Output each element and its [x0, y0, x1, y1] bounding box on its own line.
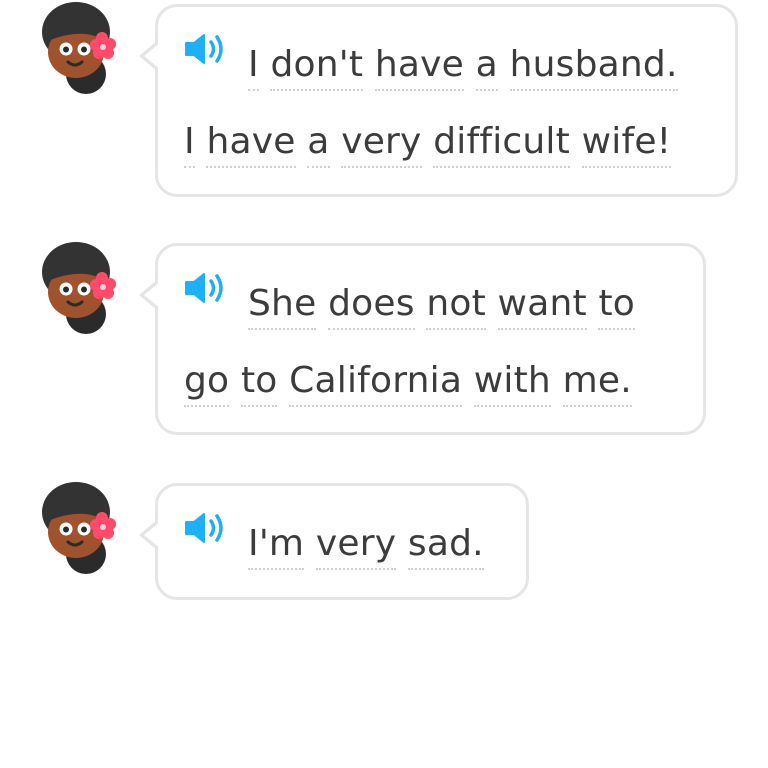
character-avatar	[42, 2, 116, 94]
word[interactable]: have	[374, 47, 464, 91]
message-line: She does not want to	[248, 283, 635, 330]
message-line: I'm very sad.	[248, 523, 484, 570]
word[interactable]: a	[475, 47, 498, 91]
word[interactable]: I	[184, 124, 195, 168]
word[interactable]: husband.	[509, 47, 678, 91]
word[interactable]: want	[497, 286, 587, 330]
conversation-screen: I don't have a husband. I have a very di…	[0, 0, 768, 768]
word[interactable]: very	[341, 124, 422, 168]
word[interactable]: have	[206, 124, 296, 168]
word[interactable]: go	[184, 363, 230, 407]
speech-bubble: She does not want to go to California wi…	[139, 243, 706, 435]
word[interactable]: wife!	[581, 124, 672, 168]
word[interactable]: not	[426, 286, 486, 330]
speech-bubble: I'm very sad.	[139, 483, 529, 600]
word[interactable]: very	[315, 526, 397, 570]
message-line: I have a very difficult wife!	[184, 121, 672, 168]
character-avatar	[42, 242, 116, 334]
message-line: I don't have a husband.	[248, 44, 678, 91]
word[interactable]: difficult	[433, 124, 570, 168]
speaker-icon[interactable]	[182, 29, 228, 69]
speaker-icon[interactable]	[182, 508, 228, 548]
speaker-icon[interactable]	[182, 268, 228, 308]
word[interactable]: don't	[270, 47, 364, 91]
word[interactable]: with	[473, 363, 551, 407]
character-avatar	[42, 482, 116, 574]
message-line: go to California with me.	[184, 360, 632, 407]
word[interactable]: She	[248, 286, 317, 330]
word[interactable]: I	[248, 47, 259, 91]
word[interactable]: to	[240, 363, 278, 407]
speech-bubble: I don't have a husband. I have a very di…	[139, 4, 738, 197]
word[interactable]: a	[307, 124, 330, 168]
word[interactable]: sad.	[407, 526, 484, 570]
word[interactable]: California	[289, 363, 463, 407]
word[interactable]: does	[328, 286, 415, 330]
word[interactable]: me.	[562, 363, 632, 407]
word[interactable]: I'm	[248, 526, 305, 570]
word[interactable]: to	[598, 286, 635, 330]
